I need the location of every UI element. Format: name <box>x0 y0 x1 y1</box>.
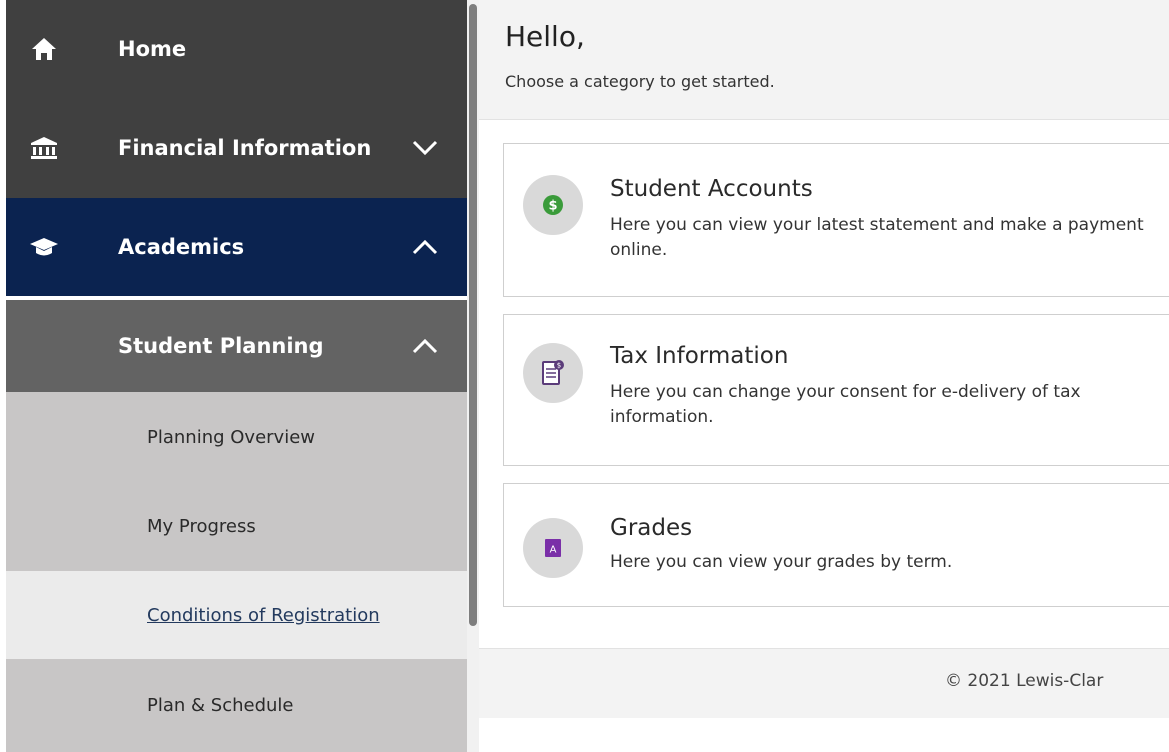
sidebar-item-student-planning[interactable]: Student Planning <box>6 300 467 392</box>
bank-icon <box>28 132 60 164</box>
sidebar-item-label: Plan & Schedule <box>147 695 294 716</box>
chevron-up-icon[interactable] <box>410 232 440 262</box>
sidebar-item-label: My Progress <box>147 516 256 537</box>
sidebar-item-label: Planning Overview <box>147 426 316 448</box>
graduation-cap-icon <box>28 231 60 263</box>
sidebar-item-academics[interactable]: Academics <box>6 198 467 298</box>
sidebar-scrollbar[interactable] <box>467 0 479 752</box>
svg-text:A: A <box>550 545 557 556</box>
copyright-text: © 2021 Lewis-Clar <box>945 671 1104 691</box>
tax-document-icon: $ <box>523 343 583 403</box>
card-title: Grades <box>610 515 693 541</box>
sidebar-item-my-progress[interactable]: My Progress <box>6 482 467 571</box>
card-grades[interactable]: A Grades Here you can view your grades b… <box>503 483 1169 607</box>
sidebar-item-label: Academics <box>118 235 245 259</box>
page-footer: © 2021 Lewis-Clar <box>479 648 1169 718</box>
card-description: Here you can view your latest statement … <box>610 215 1144 260</box>
sidebar-item-financial-information[interactable]: Financial Information <box>6 97 467 198</box>
sidebar-item-planning-overview[interactable]: Planning Overview <box>6 392 467 482</box>
svg-text:$: $ <box>557 362 561 370</box>
main-content: Hello, Choose a category to get started.… <box>479 0 1169 752</box>
sidebar-item-label: Financial Information <box>118 135 372 160</box>
sidebar-item-conditions-of-registration[interactable]: Conditions of Registration <box>6 571 467 659</box>
sidebar-item-plan-schedule[interactable]: Plan & Schedule <box>6 659 467 752</box>
card-student-accounts[interactable]: $ Student Accounts Here you can view you… <box>503 143 1169 297</box>
chevron-down-icon[interactable] <box>410 133 440 163</box>
card-description: Here you can change your consent for e-d… <box>610 382 1081 427</box>
page-header: Hello, Choose a category to get started. <box>479 0 1169 120</box>
card-tax-information[interactable]: $ Tax Information Here you can change yo… <box>503 314 1169 466</box>
scrollbar-thumb[interactable] <box>469 4 477 626</box>
card-title: Student Accounts <box>610 176 813 202</box>
grade-a-icon: A <box>523 518 583 578</box>
sidebar-item-home[interactable]: Home <box>6 0 467 97</box>
svg-text:$: $ <box>548 199 557 214</box>
sidebar-item-label: Student Planning <box>118 334 324 358</box>
chevron-up-icon[interactable] <box>410 331 440 361</box>
card-description: Here you can view your grades by term. <box>610 552 953 572</box>
sidebar-item-label: Home <box>118 36 187 61</box>
sidebar-item-label[interactable]: Conditions of Registration <box>147 605 380 626</box>
home-icon <box>28 33 60 65</box>
card-title: Tax Information <box>610 343 789 369</box>
page-title: Hello, <box>505 20 585 53</box>
dollar-coin-icon: $ <box>523 175 583 235</box>
sidebar: Home Financial Information Academics Stu… <box>0 0 467 752</box>
page-subtitle: Choose a category to get started. <box>505 72 775 91</box>
